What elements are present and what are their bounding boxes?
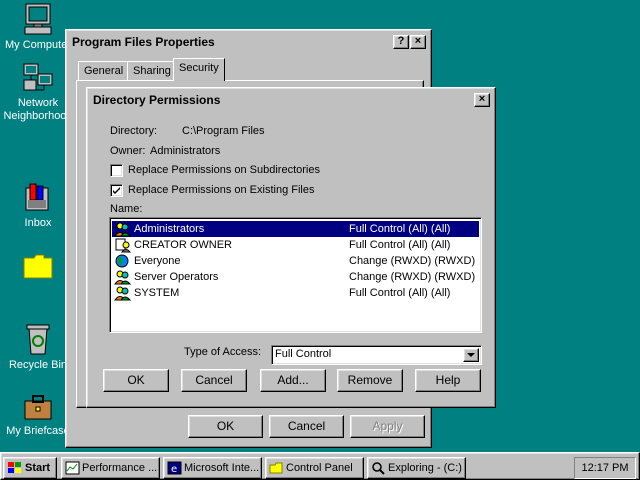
help-button[interactable]: ? <box>393 35 409 49</box>
taskbar-item-label: Performance ... <box>82 462 158 474</box>
close-button[interactable]: × <box>474 93 490 107</box>
network-label-text: Network Neighborhood <box>3 97 73 122</box>
replace-files-label[interactable]: Replace Permissions on Existing Files <box>128 184 314 196</box>
taskbar-item-internet-explorer[interactable]: e Microsoft Inte... <box>163 457 262 479</box>
cancel-button[interactable]: Cancel <box>181 369 247 392</box>
checkmark-icon <box>113 187 120 194</box>
entry-name: SYSTEM <box>134 287 180 299</box>
owner-label: Owner: <box>110 145 146 157</box>
taskbar-item-label: Microsoft Inte... <box>184 462 260 474</box>
inbox-icon <box>25 183 49 211</box>
properties-titlebar[interactable]: Program Files Properties ? × <box>69 33 428 51</box>
replace-subdirectories-label[interactable]: Replace Permissions on Subdirectories <box>128 164 320 176</box>
entry-name: Administrators <box>134 223 205 235</box>
group-icon <box>114 270 131 285</box>
taskbar-item-label: Exploring - (C:) <box>388 462 462 474</box>
network-icon <box>23 63 53 91</box>
remove-button[interactable]: Remove <box>337 369 403 392</box>
tab-sharing[interactable]: Sharing <box>127 61 177 81</box>
taskbar-item-label: Control Panel <box>286 462 353 474</box>
tab-general[interactable]: General <box>78 61 130 81</box>
permissions-list[interactable]: Administrators Full Control (All) (All) … <box>109 217 482 333</box>
directory-value: C:\Program Files <box>182 125 265 137</box>
ok-button[interactable]: OK <box>103 369 169 392</box>
creator-owner-icon <box>115 238 131 253</box>
list-item[interactable]: Everyone Change (RWXD) (RWXD) <box>112 253 479 269</box>
properties-title: Program Files Properties <box>72 35 215 49</box>
control-panel-icon <box>269 462 283 474</box>
taskbar-item-performance[interactable]: Performance ... <box>61 457 160 479</box>
name-label: Name: <box>110 203 143 215</box>
globe-icon <box>115 254 129 268</box>
entry-access: Full Control (All) (All) <box>349 239 451 251</box>
replace-files-checkbox[interactable] <box>110 184 123 197</box>
add-button[interactable]: Add... <box>260 369 326 392</box>
replace-subdirectories-checkbox[interactable] <box>110 164 123 177</box>
briefcase-icon <box>24 395 52 420</box>
entry-access: Change (RWXD) (RWXD) <box>349 271 476 283</box>
permissions-title: Directory Permissions <box>93 93 221 107</box>
recycle-bin-icon <box>26 324 50 355</box>
close-button[interactable]: × <box>410 35 426 49</box>
list-item[interactable]: Administrators Full Control (All) (All) <box>112 221 479 237</box>
group-icon <box>114 286 131 301</box>
type-of-access-select[interactable]: Full Control <box>271 345 482 365</box>
start-button[interactable]: Start <box>3 457 57 479</box>
computer-icon <box>24 3 52 35</box>
folder-icon <box>23 254 53 279</box>
performance-icon <box>65 461 80 475</box>
entry-access: Full Control (All) (All) <box>349 223 451 235</box>
entry-name: CREATOR OWNER <box>134 239 232 251</box>
entry-name: Server Operators <box>134 271 219 283</box>
group-icon <box>114 222 131 237</box>
ok-button[interactable]: OK <box>188 415 263 438</box>
entry-name: Everyone <box>134 255 181 267</box>
internet-explorer-icon: e <box>167 461 182 475</box>
help-button[interactable]: Help <box>415 369 481 392</box>
taskbar-item-exploring[interactable]: Exploring - (C:) <box>367 457 466 479</box>
system-clock[interactable]: 12:17 PM <box>574 457 636 479</box>
chevron-down-icon <box>467 353 475 357</box>
directory-label: Directory: <box>110 125 158 137</box>
taskbar: Start Performance ... e Microsoft Inte..… <box>0 452 640 480</box>
type-of-access-value: Full Control <box>275 348 332 360</box>
svg-text:e: e <box>171 464 177 475</box>
windows-logo-icon <box>8 462 21 473</box>
list-item[interactable]: SYSTEM Full Control (All) (All) <box>112 285 479 301</box>
start-label: Start <box>25 462 51 474</box>
directory-permissions-dialog: Directory Permissions × Directory: C:\Pr… <box>86 87 496 408</box>
entry-access: Full Control (All) (All) <box>349 287 451 299</box>
apply-button[interactable]: Apply <box>350 415 425 438</box>
type-of-access-label: Type of Access: <box>184 346 262 358</box>
permissions-titlebar[interactable]: Directory Permissions × <box>90 91 492 109</box>
list-item[interactable]: CREATOR OWNER Full Control (All) (All) <box>112 237 479 253</box>
owner-value: Administrators <box>150 145 221 157</box>
list-item[interactable]: Server Operators Change (RWXD) (RWXD) <box>112 269 479 285</box>
dropdown-arrow-button[interactable] <box>463 348 479 362</box>
explorer-icon <box>372 462 385 475</box>
cancel-button[interactable]: Cancel <box>269 415 344 438</box>
taskbar-item-control-panel[interactable]: Control Panel <box>265 457 364 479</box>
entry-access: Change (RWXD) (RWXD) <box>349 255 476 267</box>
tab-security[interactable]: Security <box>173 58 225 81</box>
